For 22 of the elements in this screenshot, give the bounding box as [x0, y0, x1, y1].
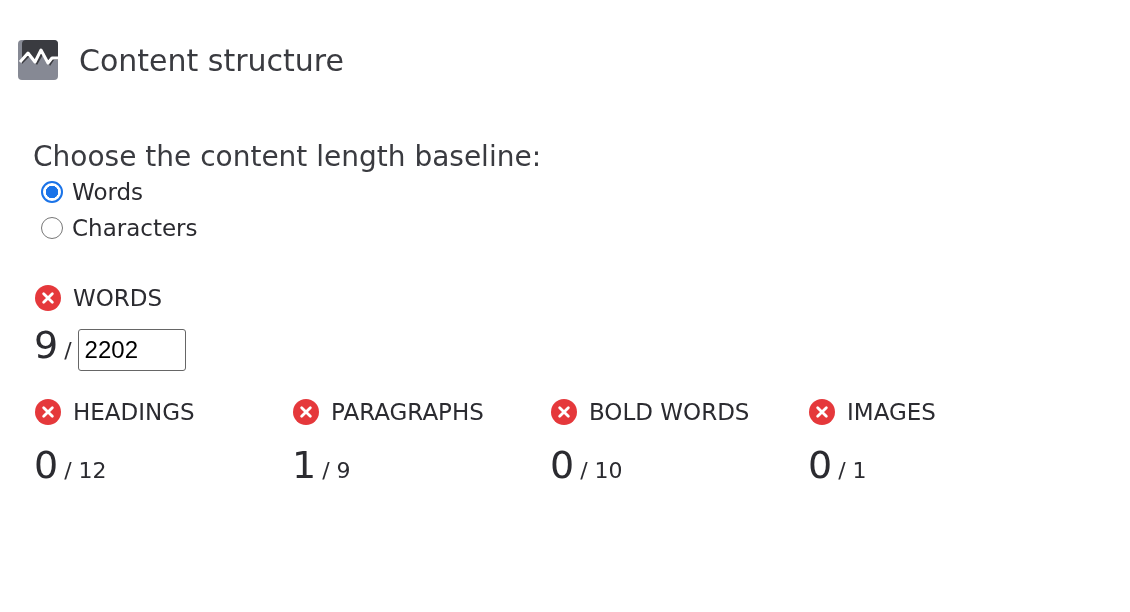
metric-label: WORDS — [73, 285, 163, 311]
metric-count: 0 — [550, 443, 575, 487]
metric-label: HEADINGS — [73, 399, 195, 425]
target-input[interactable]: 2202 — [77, 329, 186, 371]
metric-count: 1 — [292, 443, 317, 487]
radio-label[interactable]: Characters — [72, 215, 198, 241]
separator: / — [64, 338, 72, 363]
chart-icon — [18, 40, 58, 80]
metric-count: 0 — [34, 443, 59, 487]
metric-total: / 10 — [580, 458, 623, 483]
baseline-prompt: Choose the content length baseline: — [33, 140, 543, 173]
metric-label: IMAGES — [847, 399, 936, 425]
metric-count: 0 — [808, 443, 833, 487]
metric-total: / 9 — [322, 458, 351, 483]
radio-label[interactable]: Words — [72, 179, 144, 205]
metric-count: 9 — [34, 323, 59, 367]
section-title: Content structure — [79, 42, 344, 78]
radio-button[interactable] — [41, 181, 63, 203]
metric-total: / 1 — [838, 458, 867, 483]
metric-label: BOLD WORDS — [589, 399, 750, 425]
metric-label: PARAGRAPHS — [331, 399, 484, 425]
metric-total: / 12 — [64, 458, 107, 483]
